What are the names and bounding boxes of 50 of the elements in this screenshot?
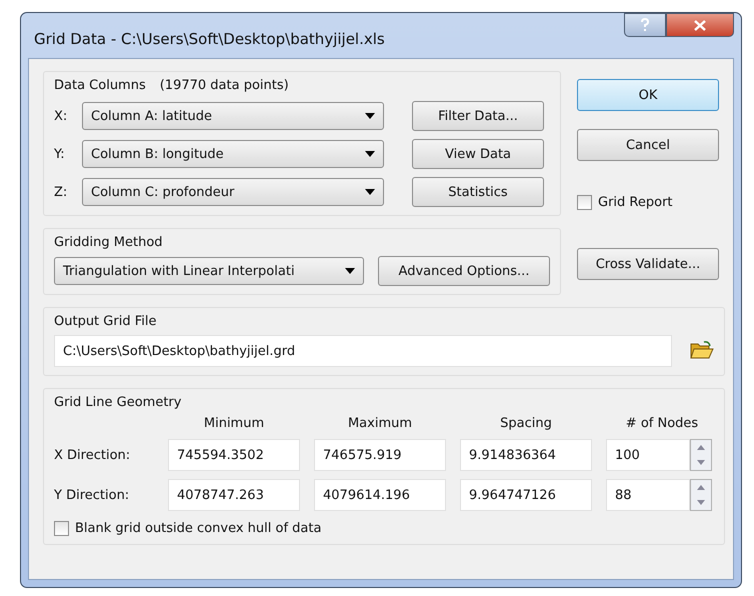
close-button[interactable] — [666, 13, 734, 37]
row-label: Y Direction: — [54, 488, 130, 502]
window-title: Grid Data - C:\Users\Soft\Desktop\bathyjijel.xls — [33, 28, 385, 48]
axis-label: Z: — [54, 184, 68, 200]
data-points-count: (19770 data points) — [160, 78, 289, 93]
method-dropdown[interactable]: Triangulation with Linear Interpolati — [54, 257, 364, 285]
checkbox[interactable] — [54, 521, 69, 536]
value-field[interactable]: 9.964747126 — [460, 479, 592, 511]
value-field[interactable]: 745594.3502 — [168, 439, 300, 471]
value-field[interactable]: 4079614.196 — [314, 479, 446, 511]
checkbox-label: Grid Report — [598, 195, 673, 210]
row-label: X Direction: — [54, 448, 132, 462]
spin-buttons[interactable] — [690, 479, 712, 511]
folder-icon[interactable] — [690, 341, 714, 361]
column-header: Spacing — [499, 416, 553, 431]
checkbox-label: Blank grid outside convex hull of data — [75, 521, 322, 536]
data-button[interactable]: Statistics — [412, 177, 544, 207]
dialog-button[interactable]: Cancel — [577, 129, 719, 161]
group-title: Output Grid File — [54, 314, 156, 329]
column-header: Minimum — [202, 416, 266, 431]
value-field[interactable]: 746575.919 — [314, 439, 446, 471]
column-dropdown[interactable]: Column C: profondeur — [82, 178, 384, 206]
caret-icon — [345, 268, 355, 274]
column-dropdown[interactable]: Column A: latitude — [82, 102, 384, 130]
caret-icon — [365, 189, 375, 195]
data-button[interactable]: View Data — [412, 139, 544, 169]
value-field[interactable]: 9.914836364 — [460, 439, 592, 471]
help-button[interactable] — [624, 13, 666, 37]
output-file-field[interactable]: C:\Users\Soft\Desktop\bathyjijel.grd — [54, 335, 672, 367]
cross-validate-button[interactable]: Cross Validate... — [577, 248, 719, 280]
spin-buttons[interactable] — [690, 439, 712, 471]
nodes-field[interactable]: 88 — [606, 479, 690, 511]
close-icon — [694, 20, 706, 30]
column-header: Maximum — [346, 416, 414, 431]
caret-icon — [365, 151, 375, 157]
column-dropdown[interactable]: Column B: longitude — [82, 140, 384, 168]
column-header: # of Nodes — [624, 416, 700, 431]
axis-label: X: — [54, 108, 68, 124]
checkbox[interactable] — [577, 195, 592, 210]
dialog-button[interactable]: OK — [577, 79, 719, 111]
axis-label: Y: — [54, 146, 66, 162]
data-button[interactable]: Filter Data... — [412, 101, 544, 131]
group-title: Gridding Method — [54, 235, 163, 250]
caret-icon — [365, 113, 375, 119]
help-icon — [640, 18, 650, 32]
value-field[interactable]: 4078747.263 — [168, 479, 300, 511]
group-title: Grid Line Geometry — [54, 395, 182, 410]
advanced-options-button[interactable]: Advanced Options... — [378, 256, 550, 286]
nodes-field[interactable]: 100 — [606, 439, 690, 471]
group-title: Data Columns — [54, 78, 146, 93]
